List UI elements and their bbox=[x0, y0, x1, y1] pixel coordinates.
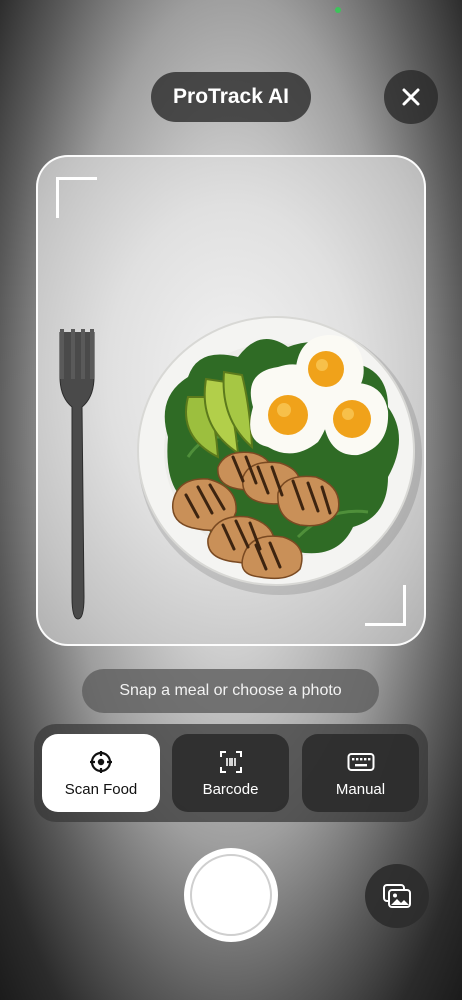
barcode-mode-button[interactable]: Barcode bbox=[172, 734, 289, 812]
camera-preview-image bbox=[59, 316, 422, 620]
fork-image bbox=[59, 329, 95, 620]
viewfinder-corner-bottom-right bbox=[365, 585, 406, 626]
manual-mode-button[interactable]: Manual bbox=[302, 734, 419, 812]
status-indicator-dot bbox=[335, 7, 341, 13]
capture-hint: Snap a meal or choose a photo bbox=[82, 669, 379, 713]
camera-viewfinder[interactable] bbox=[36, 155, 426, 646]
scan-food-label: Scan Food bbox=[64, 780, 138, 798]
barcode-label: Barcode bbox=[202, 780, 259, 798]
photo-gallery-button[interactable] bbox=[365, 864, 429, 928]
plate-image bbox=[137, 316, 415, 586]
shutter-icon bbox=[190, 854, 272, 936]
viewfinder-corner-top-left bbox=[56, 177, 97, 218]
close-button[interactable] bbox=[384, 70, 438, 124]
photo-gallery-icon bbox=[383, 884, 411, 908]
app-title-text: ProTrack AI bbox=[173, 85, 289, 108]
mode-selector: Scan Food Barcode Manual bbox=[34, 724, 428, 822]
manual-label: Manual bbox=[335, 780, 386, 798]
close-icon bbox=[402, 88, 420, 106]
scan-target-icon bbox=[89, 749, 113, 775]
capture-hint-text: Snap a meal or choose a photo bbox=[119, 682, 342, 699]
app-title: ProTrack AI bbox=[151, 72, 311, 122]
keyboard-icon bbox=[347, 749, 375, 775]
shutter-button[interactable] bbox=[184, 848, 278, 942]
barcode-icon bbox=[219, 749, 243, 775]
scan-food-mode-button[interactable]: Scan Food bbox=[42, 734, 160, 812]
